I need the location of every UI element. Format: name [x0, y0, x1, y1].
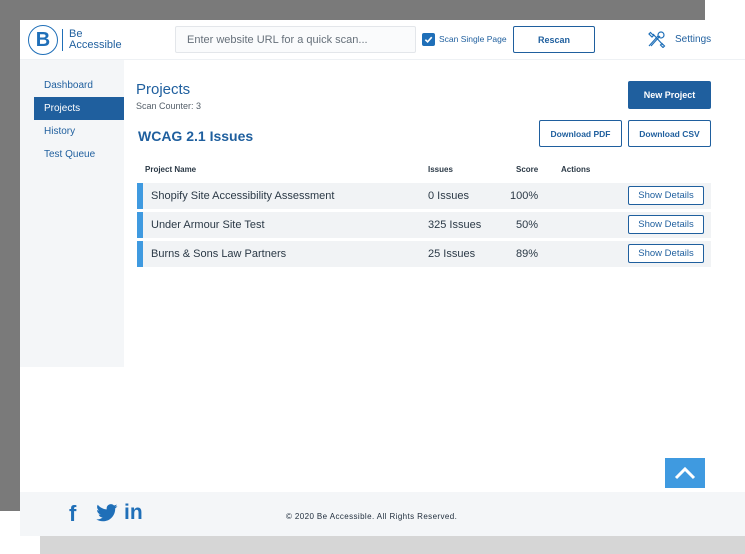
- brand-logo[interactable]: B Be Accessible: [28, 25, 122, 55]
- project-score: 50%: [516, 219, 539, 231]
- settings-link[interactable]: Settings: [646, 30, 711, 48]
- app-window: B Be Accessible Scan Single Page Rescan: [20, 20, 745, 536]
- column-header-project-name: Project Name: [145, 165, 197, 174]
- logo-divider: [62, 29, 63, 51]
- scan-single-page-checkbox[interactable]: [422, 33, 435, 46]
- tools-icon: [648, 31, 666, 48]
- new-project-button[interactable]: New Project: [628, 81, 711, 109]
- row-accent-bar: [137, 241, 143, 267]
- twitter-icon[interactable]: [96, 504, 118, 527]
- page-footer: f in © 2020 Be Accessible. All Rights Re…: [20, 492, 745, 536]
- scroll-to-top-button[interactable]: [665, 458, 705, 488]
- chevron-up-icon: [674, 466, 696, 480]
- scan-single-page-label[interactable]: Scan Single Page: [439, 34, 507, 44]
- sidebar-item-projects[interactable]: Projects: [34, 97, 124, 120]
- row-accent-bar: [137, 212, 143, 238]
- project-issues: 325 Issues: [428, 219, 482, 231]
- project-score: 89%: [516, 248, 539, 260]
- project-issues: 0 Issues: [428, 190, 469, 202]
- copyright-text: © 2020 Be Accessible. All Rights Reserve…: [286, 512, 458, 521]
- sidebar-item-dashboard[interactable]: Dashboard: [20, 74, 124, 97]
- project-score: 100%: [510, 190, 539, 202]
- row-accent-bar: [137, 183, 143, 209]
- brand-name-line2: Accessible: [69, 39, 122, 51]
- table-row: Burns & Sons Law Partners 25 Issues 89% …: [137, 241, 711, 267]
- sidebar-item-history[interactable]: History: [20, 120, 124, 143]
- show-details-button[interactable]: Show Details: [628, 186, 704, 205]
- table-row: Shopify Site Accessibility Assessment 0 …: [137, 183, 711, 209]
- sidebar-nav: Dashboard Projects History Test Queue: [20, 60, 124, 367]
- twitter-bird-icon: [96, 504, 118, 522]
- column-header-score: Score: [516, 165, 539, 174]
- project-name: Burns & Sons Law Partners: [151, 248, 287, 260]
- facebook-icon[interactable]: f: [69, 501, 76, 527]
- table-row: Under Armour Site Test 325 Issues 50% Sh…: [137, 212, 711, 238]
- brand-name: Be Accessible: [69, 29, 122, 51]
- show-details-button[interactable]: Show Details: [628, 215, 704, 234]
- quick-scan-url-input[interactable]: [175, 26, 416, 53]
- logo-letter: B: [35, 29, 51, 51]
- wcag-issues-heading: WCAG 2.1 Issues: [138, 128, 254, 144]
- top-header: B Be Accessible Scan Single Page Rescan: [20, 20, 745, 60]
- table-header: Project Name Issues Score Actions: [137, 163, 711, 177]
- show-details-button[interactable]: Show Details: [628, 244, 704, 263]
- page-title: Projects: [136, 81, 191, 98]
- linkedin-icon[interactable]: in: [124, 501, 143, 525]
- scan-counter: Scan Counter: 3: [136, 101, 202, 111]
- download-pdf-button[interactable]: Download PDF: [539, 120, 622, 147]
- project-issues: 25 Issues: [428, 248, 476, 260]
- logo-mark-icon: B: [28, 25, 58, 55]
- project-name: Shopify Site Accessibility Assessment: [151, 190, 335, 202]
- column-header-issues: Issues: [428, 165, 453, 174]
- rescan-button[interactable]: Rescan: [513, 26, 595, 53]
- column-header-actions: Actions: [561, 165, 591, 174]
- sidebar-item-test-queue[interactable]: Test Queue: [20, 143, 124, 166]
- checkmark-icon: [424, 36, 433, 44]
- settings-label: Settings: [675, 33, 712, 45]
- download-csv-button[interactable]: Download CSV: [628, 120, 711, 147]
- projects-table: Project Name Issues Score Actions Shopif…: [137, 163, 711, 270]
- project-name: Under Armour Site Test: [151, 219, 265, 231]
